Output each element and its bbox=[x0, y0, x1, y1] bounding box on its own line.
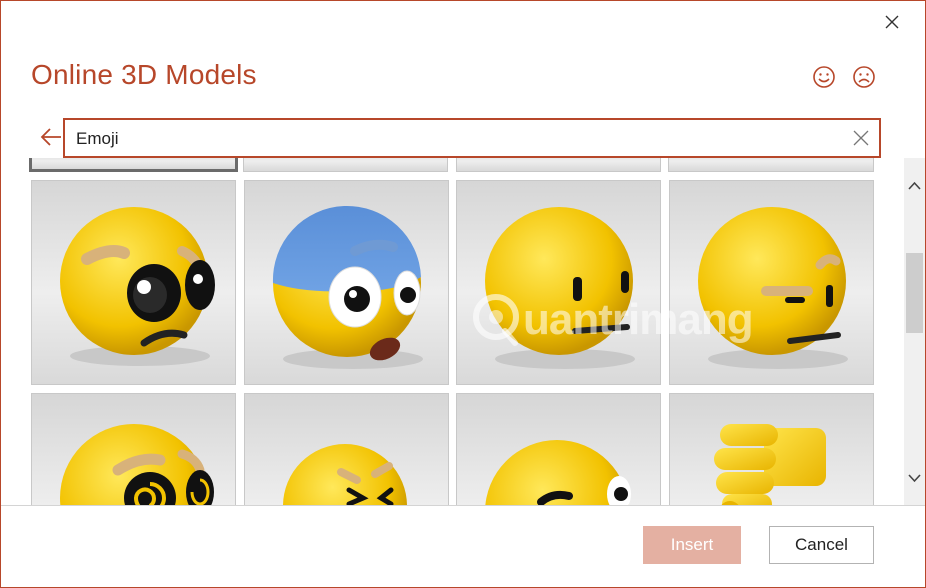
raised-eyebrow-face-emoji-icon bbox=[698, 207, 848, 369]
result-tile[interactable] bbox=[669, 180, 874, 385]
result-tile[interactable] bbox=[668, 158, 874, 172]
result-tile[interactable] bbox=[29, 158, 238, 172]
result-tile[interactable] bbox=[31, 180, 236, 385]
scroll-down-icon[interactable] bbox=[904, 468, 925, 488]
result-tile[interactable] bbox=[244, 180, 449, 385]
result-tile[interactable] bbox=[669, 393, 874, 505]
scroll-thumb[interactable] bbox=[906, 253, 923, 333]
cancel-button[interactable]: Cancel bbox=[769, 526, 874, 564]
sunglasses-face-emoji-icon bbox=[485, 440, 631, 505]
neutral-face-emoji-icon bbox=[485, 207, 635, 369]
close-icon[interactable] bbox=[881, 11, 903, 33]
result-tile[interactable] bbox=[456, 393, 661, 505]
result-tile[interactable] bbox=[31, 393, 236, 505]
thumbs-down-emoji-icon bbox=[714, 424, 826, 505]
search-input[interactable] bbox=[74, 120, 838, 158]
result-tile[interactable] bbox=[456, 158, 661, 172]
frown-icon[interactable] bbox=[852, 65, 876, 89]
dizzy-face-emoji-icon bbox=[60, 424, 214, 505]
result-tile[interactable] bbox=[456, 180, 661, 385]
insert-button[interactable]: Insert bbox=[643, 526, 741, 564]
footer-divider bbox=[1, 505, 925, 506]
online-3d-models-dialog: Online 3D Models Emoji uantrimang Insert… bbox=[0, 0, 926, 588]
search-box bbox=[63, 118, 881, 158]
clear-icon[interactable] bbox=[853, 130, 869, 146]
dialog-title: Online 3D Models bbox=[31, 59, 257, 90]
squinting-face-emoji-icon bbox=[283, 444, 407, 505]
back-arrow-icon[interactable] bbox=[39, 126, 63, 148]
smile-icon[interactable] bbox=[812, 65, 836, 89]
result-tile[interactable] bbox=[244, 393, 449, 505]
results-scrollbar[interactable] bbox=[904, 158, 925, 505]
result-tile[interactable] bbox=[243, 158, 448, 172]
flushed-blue-face-emoji-icon bbox=[272, 205, 423, 369]
scroll-up-icon[interactable] bbox=[904, 176, 925, 196]
results-grid bbox=[29, 158, 903, 505]
pleading-face-emoji-icon bbox=[60, 207, 215, 366]
